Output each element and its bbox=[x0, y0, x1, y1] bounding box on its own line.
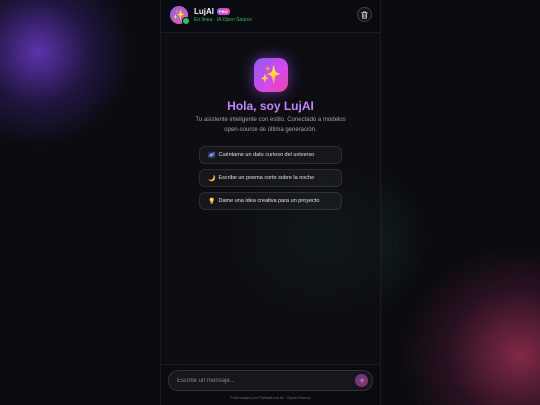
trash-icon bbox=[361, 11, 368, 19]
status-text: En línea · IA Open Source bbox=[194, 17, 253, 23]
suggestion-universe[interactable]: 🌌 Cuéntame un dato curioso del universo bbox=[199, 146, 342, 164]
chat-app: ✨ LujAI PRO En línea · IA Open Source ✨ … bbox=[160, 0, 381, 405]
moon-icon: 🌙 bbox=[208, 175, 216, 182]
message-input[interactable] bbox=[177, 376, 347, 386]
composer-area: Potenciado por Pollinations.AI · Open So… bbox=[161, 364, 380, 405]
send-button[interactable] bbox=[355, 374, 368, 387]
suggestion-idea[interactable]: 💡 Dame una idea creativa para un proyect… bbox=[199, 192, 342, 210]
arrow-up-icon bbox=[359, 378, 364, 384]
app-title: LujAI bbox=[194, 7, 214, 16]
lightbulb-icon: 💡 bbox=[208, 198, 216, 205]
greeting-title: Hola, soy LujAI bbox=[227, 99, 314, 113]
title-row: LujAI PRO bbox=[194, 7, 230, 16]
pro-badge: PRO bbox=[217, 8, 230, 15]
greeting-subtitle: Tu asistente inteligente con estilo. Con… bbox=[195, 117, 346, 133]
avatar: ✨ bbox=[170, 6, 190, 25]
suggestion-poem[interactable]: 🌙 Escribe un poema corto sobre la noche bbox=[199, 169, 342, 187]
sparkles-icon: ✨ bbox=[260, 65, 282, 84]
suggestion-label: Cuéntame un dato curioso del universo bbox=[218, 152, 315, 158]
clear-chat-button[interactable] bbox=[357, 7, 372, 22]
composer bbox=[168, 370, 373, 391]
suggestion-label: Dame una idea creativa para un proyecto bbox=[218, 198, 320, 204]
powered-by: Potenciado por Pollinations.AI · Open So… bbox=[230, 395, 311, 400]
online-indicator bbox=[182, 17, 190, 25]
suggestion-label: Escribe un poema corto sobre la noche bbox=[218, 175, 315, 181]
chat-header: ✨ LujAI PRO En línea · IA Open Source bbox=[161, 0, 380, 33]
galaxy-icon: 🌌 bbox=[208, 152, 216, 159]
hero-icon: ✨ bbox=[254, 58, 288, 92]
